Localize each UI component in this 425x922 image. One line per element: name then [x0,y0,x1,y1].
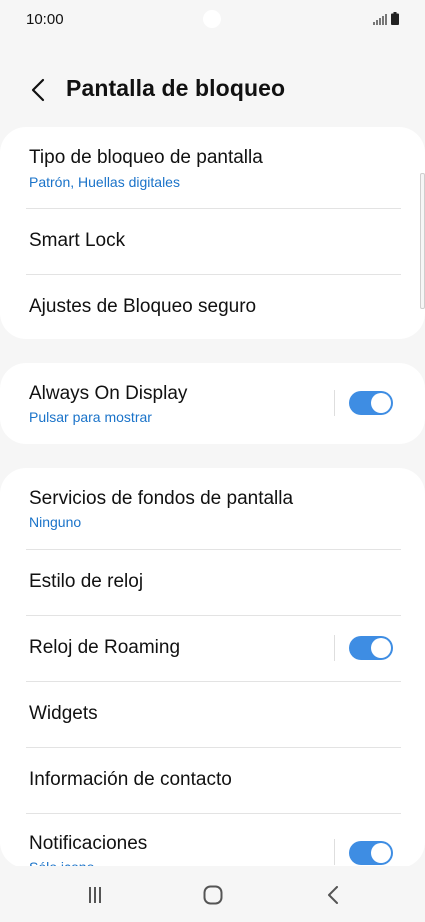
always-on-display-toggle[interactable] [349,391,393,415]
battery-icon [391,12,399,25]
status-bar: 10:00 [0,0,425,40]
toggle-knob [371,638,391,658]
setting-title: Información de contacto [29,769,232,790]
setting-title: Servicios de fondos de pantalla [29,488,294,509]
setting-wallpaper-services[interactable]: Servicios de fondos de pantalla Ninguno [0,468,425,549]
setting-subtitle: Pulsar para mostrar [29,409,152,425]
toggle-separator [334,635,335,661]
settings-group-lock: Tipo de bloqueo de pantalla Patrón, Huel… [0,127,425,339]
settings-group-appearance: Servicios de fondos de pantalla Ninguno … [0,468,425,868]
navigation-bar [0,866,425,922]
setting-subtitle: Ninguno [29,514,82,530]
setting-screen-lock-type[interactable]: Tipo de bloqueo de pantalla Patrón, Huel… [0,127,425,208]
back-button[interactable] [22,74,54,106]
setting-title: Tipo de bloqueo de pantalla [29,147,263,168]
app-header: Pantalla de bloqueo [0,62,425,118]
setting-smart-lock[interactable]: Smart Lock [0,208,425,274]
setting-title: Always On Display [29,383,188,404]
toggle-knob [371,843,391,863]
setting-title: Notificaciones [29,833,148,854]
setting-title: Smart Lock [29,230,126,251]
setting-widgets[interactable]: Widgets [0,681,425,747]
setting-subtitle: Patrón, Huellas digitales [29,174,180,190]
recents-button[interactable] [80,880,110,910]
camera-cutout [203,10,221,28]
home-button[interactable] [198,880,228,910]
toggle-separator [334,390,335,416]
recents-icon [89,887,101,903]
toggle-separator [334,839,335,865]
setting-title: Reloj de Roaming [29,637,181,658]
scrollbar[interactable] [420,173,425,309]
settings-group-aod: Always On Display Pulsar para mostrar [0,363,425,444]
nav-back-button[interactable] [318,880,348,910]
chevron-left-icon [31,78,45,102]
home-icon [203,885,223,905]
setting-title: Estilo de reloj [29,571,144,592]
setting-contact-info[interactable]: Información de contacto [0,747,425,813]
page-title: Pantalla de bloqueo [66,75,286,101]
setting-secure-lock[interactable]: Ajustes de Bloqueo seguro [0,274,425,339]
setting-title: Widgets [29,703,98,724]
roaming-clock-toggle[interactable] [349,636,393,660]
notifications-toggle[interactable] [349,841,393,865]
toggle-knob [371,393,391,413]
signal-icon [373,14,387,25]
setting-clock-style[interactable]: Estilo de reloj [0,549,425,615]
back-icon [328,886,338,904]
status-icons [373,12,399,25]
setting-title: Ajustes de Bloqueo seguro [29,296,257,317]
status-time: 10:00 [26,11,64,28]
